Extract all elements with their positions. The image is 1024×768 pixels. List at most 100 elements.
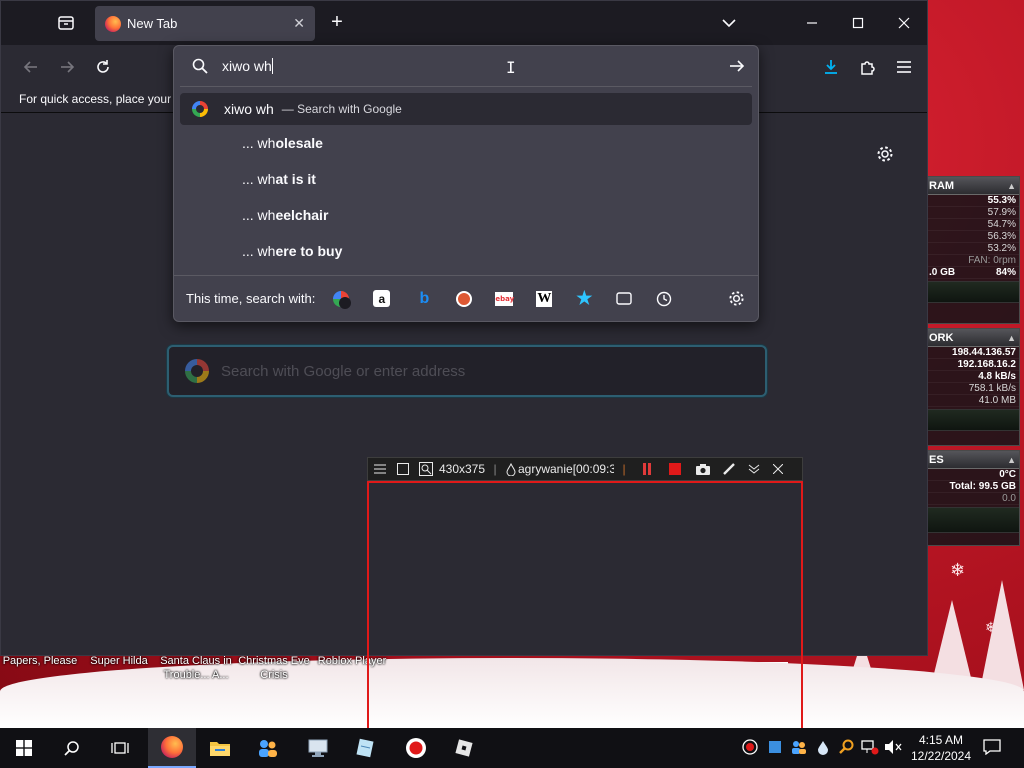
ram-core-usage: 56.3%: [927, 231, 1019, 243]
tray-volume-icon[interactable]: [884, 738, 902, 756]
bookmarks-search-button[interactable]: ★: [572, 287, 596, 311]
close-tab-icon[interactable]: ✕: [293, 15, 305, 32]
screenshot-button[interactable]: [690, 457, 716, 481]
app-menu-button[interactable]: [890, 53, 918, 81]
tabs-search-button[interactable]: [612, 287, 636, 311]
recorder-region-frame[interactable]: [367, 481, 803, 731]
firefox-icon: [161, 736, 183, 758]
google-engine-button[interactable]: [329, 287, 353, 311]
close-recorder-button[interactable]: [766, 457, 790, 481]
clock-time: 4:15 AM: [918, 733, 964, 747]
suggestion-item[interactable]: ... wh eelchair: [180, 197, 752, 233]
drives-gadget-header: ES ▲: [927, 451, 1019, 469]
double-chevron-down-icon: [748, 464, 760, 474]
address-input[interactable]: xiwo wh I: [174, 46, 758, 86]
taskbar-app-notes[interactable]: [342, 728, 390, 768]
droplet-icon: [504, 457, 518, 481]
draw-button[interactable]: [716, 457, 742, 481]
taskbar-app-computer[interactable]: [294, 728, 342, 768]
tray-monitor-icon[interactable]: [766, 738, 784, 756]
internal-ip: 192.168.16.2: [927, 359, 1019, 371]
collapse-toolbar-button[interactable]: [742, 457, 766, 481]
bookmarks-hint-text: For quick access, place your b: [19, 92, 182, 106]
recorder-menu-button[interactable]: [368, 457, 392, 481]
taskbar-app-roblox[interactable]: [440, 728, 488, 768]
pause-button[interactable]: [634, 457, 660, 481]
desktop-shortcut-labels: Papers, Please Super Hilda Santa Claus i…: [0, 654, 400, 684]
upload-speed: 758.1 kB/s: [927, 383, 1019, 395]
suggestion-item[interactable]: ... wh at is it: [180, 161, 752, 197]
forward-button[interactable]: [53, 53, 81, 81]
page-settings-button[interactable]: [876, 145, 896, 165]
task-view-button[interactable]: [96, 728, 144, 768]
tray-search-icon[interactable]: [838, 738, 856, 756]
taskbar-firefox[interactable]: [148, 728, 196, 768]
action-center-button[interactable]: [982, 738, 1002, 756]
network-gadget-title: ORK: [929, 332, 954, 344]
drive-activity: 0.0: [927, 493, 1019, 505]
collapse-icon[interactable]: ▲: [1007, 329, 1016, 347]
search-settings-button[interactable]: [724, 287, 748, 311]
tray-recording-icon[interactable]: [741, 738, 759, 756]
address-input-value[interactable]: xiwo wh: [222, 58, 273, 74]
recorder-title: agrywanie[00:09:3: [518, 462, 614, 476]
downloads-button[interactable]: [817, 53, 845, 81]
desktop-shortcut-santa-claus[interactable]: Santa Claus in Trouble... A...: [156, 654, 236, 682]
bing-engine-button[interactable]: b: [412, 287, 436, 311]
desktop-shortcut-papers-please[interactable]: Papers, Please: [2, 654, 78, 668]
close-window-button[interactable]: [881, 1, 927, 45]
star-icon: ★: [576, 288, 593, 308]
maximize-button[interactable]: [835, 1, 881, 45]
desktop-shortcut-super-hilda[interactable]: Super Hilda: [84, 654, 154, 668]
new-tab-button[interactable]: +: [325, 11, 349, 35]
firefox-icon: [105, 15, 121, 32]
list-all-tabs-button[interactable]: [717, 13, 741, 33]
desktop-shortcut-christmas-eve-crisis[interactable]: Christmas Eve Crisis: [236, 654, 312, 682]
arrow-right-icon: [61, 61, 75, 73]
taskbar-search-button[interactable]: [48, 728, 96, 768]
suggestion-search-google[interactable]: xiwo wh — Search with Google: [180, 93, 752, 125]
duckduckgo-engine-button[interactable]: [452, 287, 476, 311]
tab-title: New Tab: [127, 16, 178, 31]
suggestion-item[interactable]: ... wh ere to buy: [180, 233, 752, 269]
tray-people-icon[interactable]: [790, 738, 808, 756]
taskbar-app-people[interactable]: [244, 728, 292, 768]
reload-button[interactable]: [89, 53, 117, 81]
suggestion-item[interactable]: ... wh olesale: [180, 125, 752, 161]
tab-new-tab[interactable]: New Tab ✕: [95, 6, 315, 41]
ram-core-usage: 54.7%: [927, 219, 1019, 231]
recorder-region-button[interactable]: [392, 457, 414, 481]
collapse-icon[interactable]: ▲: [1007, 177, 1016, 195]
urlbar-separator: [180, 86, 752, 87]
taskbar-file-explorer[interactable]: [196, 728, 244, 768]
memory-usage-row: .0 GB 84%: [927, 267, 1019, 279]
history-search-button[interactable]: [652, 287, 676, 311]
search-icon: [64, 741, 79, 756]
firefox-view-button[interactable]: [51, 9, 81, 37]
memory-used: .0 GB: [929, 267, 956, 278]
ram-core-usage: 57.9%: [927, 207, 1019, 219]
go-button[interactable]: [726, 56, 748, 76]
stop-button[interactable]: [660, 457, 690, 481]
text-caret: [271, 58, 273, 74]
suggestion-completion: olesale: [275, 135, 323, 151]
collapse-icon[interactable]: ▲: [1007, 451, 1016, 469]
download-speed: 4.8 kB/s: [927, 371, 1019, 383]
taskbar-clock[interactable]: 4:15 AM 12/22/2024: [903, 732, 979, 764]
recorder-zoom-button[interactable]: [414, 457, 438, 481]
wikipedia-engine-button[interactable]: W: [532, 287, 556, 311]
amazon-engine-button[interactable]: a: [373, 290, 391, 307]
computer-icon: [308, 739, 328, 757]
taskbar-app-recorder[interactable]: [392, 728, 440, 768]
minimize-button[interactable]: [789, 1, 835, 45]
pencil-icon: [723, 463, 735, 475]
tray-network-icon[interactable]: [861, 738, 879, 756]
ebay-engine-button[interactable]: ebay: [492, 287, 516, 311]
tray-droplet-icon[interactable]: [814, 738, 832, 756]
extensions-button[interactable]: [854, 53, 882, 81]
start-button[interactable]: [0, 728, 48, 768]
taskbar: 4:15 AM 12/22/2024: [0, 728, 1024, 768]
new-tab-search-box[interactable]: Search with Google or enter address: [167, 345, 767, 397]
back-button[interactable]: [17, 53, 45, 81]
arrow-right-icon: [730, 60, 745, 72]
